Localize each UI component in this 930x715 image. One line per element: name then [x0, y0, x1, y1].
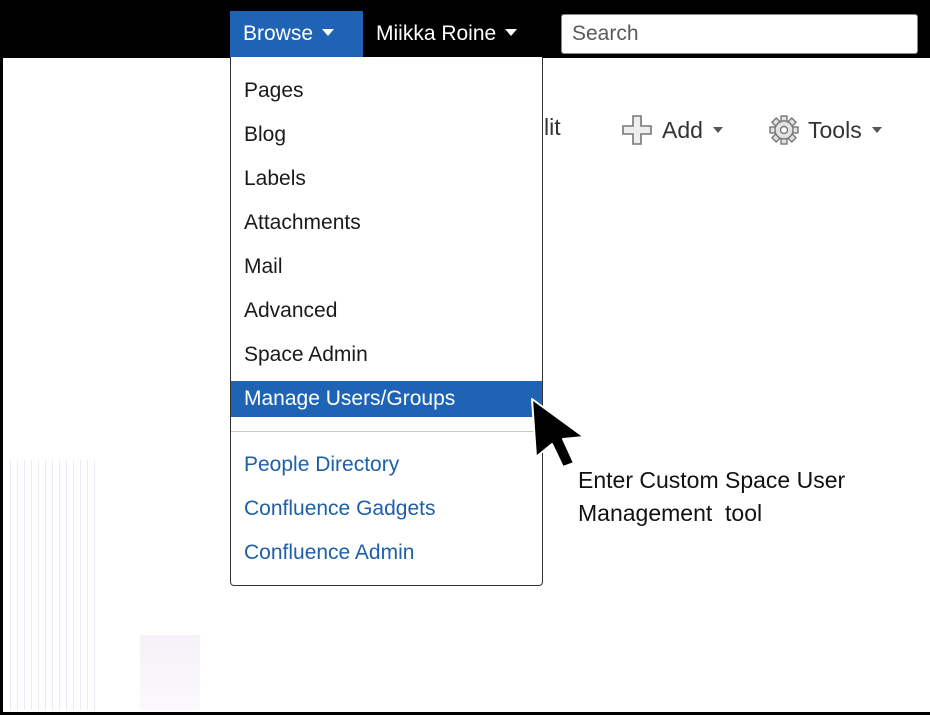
menu-item-people-directory[interactable]: People Directory [231, 447, 542, 483]
browse-dropdown-menu: Pages Blog Labels Attachments Mail Advan… [230, 57, 543, 586]
menu-item-pages[interactable]: Pages [231, 73, 542, 109]
menu-item-blog[interactable]: Blog [231, 117, 542, 153]
plus-icon [622, 115, 652, 145]
annotation-line-1: Enter Custom Space User [578, 467, 846, 493]
user-menu-label: Miikka Roine [376, 22, 497, 45]
search-input[interactable] [561, 14, 918, 54]
menu-item-manage-users-groups[interactable]: Manage Users/Groups [231, 381, 542, 417]
chevron-down-icon [322, 28, 335, 36]
screenshot-border-left [0, 0, 3, 715]
tools-button[interactable]: Tools [768, 110, 882, 150]
top-navigation-bar: Browse Miikka Roine [0, 0, 930, 58]
user-menu-button[interactable]: Miikka Roine [363, 11, 555, 57]
add-button[interactable]: Add [620, 110, 723, 150]
chevron-down-icon [871, 127, 882, 133]
menu-divider [231, 431, 542, 432]
gear-icon [769, 115, 799, 145]
chevron-down-icon [712, 127, 723, 133]
annotation-line-2: Management tool [578, 500, 763, 526]
menu-item-advanced[interactable]: Advanced [231, 293, 542, 329]
browse-menu-label: Browse [243, 22, 314, 45]
menu-item-attachments[interactable]: Attachments [231, 205, 542, 241]
mouse-pointer-icon [531, 398, 585, 468]
tools-button-label: Tools [808, 116, 862, 143]
edit-button-fragment[interactable]: lit [544, 114, 561, 141]
menu-item-confluence-admin[interactable]: Confluence Admin [231, 535, 542, 571]
annotation-callout: Enter Custom Space User Management tool [578, 464, 845, 530]
menu-item-space-admin[interactable]: Space Admin [231, 337, 542, 373]
menu-item-confluence-gadgets[interactable]: Confluence Gadgets [231, 491, 542, 527]
menu-item-labels[interactable]: Labels [231, 161, 542, 197]
add-button-label: Add [662, 116, 703, 143]
menu-item-mail[interactable]: Mail [231, 249, 542, 285]
browse-menu-button[interactable]: Browse [230, 11, 363, 57]
background-decoration [10, 460, 100, 710]
background-decoration-block [140, 635, 200, 710]
chevron-down-icon [505, 28, 518, 36]
